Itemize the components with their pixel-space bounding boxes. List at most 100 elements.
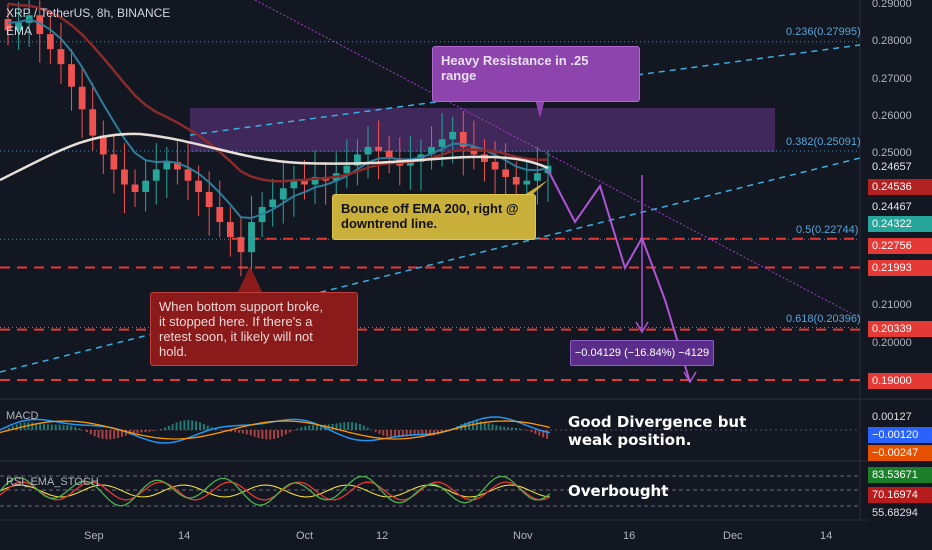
macd-histogram-bar [179,421,182,430]
macd-histogram-bar [31,422,34,430]
macd-title[interactable]: MACD [6,410,38,422]
macd-histogram-bar [202,423,205,430]
lower-channel-line [0,157,861,373]
candle-body [121,169,128,185]
price-tag-level: 0.19000 [868,373,932,389]
macd-histogram-bar [97,430,100,438]
macd-histogram-bar [487,423,490,430]
macd-histogram-bar [273,430,276,439]
macd-histogram-bar [304,426,307,430]
macd-histogram-bar [339,422,342,430]
candle-body [523,180,531,185]
macd-histogram-bar [355,422,357,430]
macd-histogram-bar [50,424,53,430]
macd-tag: −0.00247 [868,445,932,461]
support-note[interactable]: When bottom support broke, it stopped he… [150,292,358,366]
macd-histogram-bar [70,425,73,430]
symbol-title[interactable]: XRP / TetherUS, 8h, BINANCE [6,4,170,22]
macd-histogram-bar [238,430,240,433]
macd-histogram-bar [74,426,77,430]
candle-body [78,86,86,110]
macd-histogram-bar [511,427,513,430]
macd-histogram-bar [43,423,45,430]
macd-histogram-bar [241,430,244,434]
macd-histogram-bar [163,427,166,430]
candle-body [152,169,160,181]
macd-histogram-bar [483,422,486,430]
time-tick: 14 [178,530,191,542]
macd-histogram-bar [312,425,315,430]
resistance-note-line: range [441,68,477,83]
rsi-tag: 70.16974 [868,487,932,503]
resistance-note[interactable]: Heavy Resistance in .25 range [432,46,640,102]
macd-histogram-bar [284,430,287,435]
candle-body [89,109,97,136]
candle-body [375,146,382,151]
macd-histogram-bar [518,428,521,430]
rsi-title[interactable]: RSI_EMA_STOCH [6,476,99,488]
rsi-tag: 83.53671 [868,467,932,483]
macd-histogram-bar [183,420,186,430]
macd-histogram-bar [101,430,104,439]
price-tag-ema-mid: 0.24536 [868,179,932,195]
price-tag-level: 0.21993 [868,260,932,276]
price-tick: 0.21000 [872,299,912,311]
measure-label[interactable]: −0.04129 (−16.84%) −4129 [570,340,714,366]
macd-histogram-bar [300,427,303,430]
macd-histogram-bar [253,430,256,437]
candle-body [248,222,255,253]
macd-histogram-bar [261,430,264,439]
support-note-pointer [238,266,262,292]
candle-body [364,146,372,155]
macd-histogram-bar [331,423,334,430]
fib-0618-label: 0.618(0.20396) [786,313,861,325]
macd-histogram-bar [199,422,201,430]
macd-histogram-bar [78,428,81,430]
macd-histogram-bar [491,424,494,430]
macd-histogram-bar [62,424,65,430]
candle-body [110,154,118,170]
price-tick: 0.28000 [872,35,912,47]
indicator-title[interactable]: EMA [6,22,170,40]
macd-histogram-bar [136,430,139,434]
macd-histogram-bar [167,425,170,430]
fib-0236-label: 0.236(0.27995) [786,26,861,38]
macd-histogram-bar [117,430,120,438]
macd-histogram-bar [191,420,194,430]
macd-histogram-bar [249,430,252,436]
macd-histogram-bar [475,420,478,430]
candle-body [502,169,510,177]
macd-histogram-bar [374,430,377,432]
support-note-line: retest soon, it likely will not [159,329,313,344]
support-note-line: hold. [159,344,188,359]
macd-histogram-bar [526,430,529,431]
macd-histogram-bar [347,422,350,430]
macd-histogram-bar [93,430,96,437]
macd-histogram-bar [89,430,92,435]
price-tag-ema200: 0.24657 [868,159,932,175]
macd-histogram-bar [390,430,393,438]
candle-body [279,188,287,200]
candle-body [534,173,541,181]
candle-body [438,139,446,147]
candle-body [512,176,520,185]
bounce-note[interactable]: Bounce off EMA 200, right @ downtrend li… [332,194,536,240]
time-tick: 12 [376,530,389,542]
macd-histogram-bar [530,430,533,433]
macd-histogram-bar [113,430,116,439]
macd-histogram-bar [160,428,162,430]
macd-histogram-bar [386,430,389,437]
macd-histogram-bar [495,425,498,430]
macd-histogram-bar [257,430,260,438]
macd-histogram-bar [195,421,198,430]
macd-histogram-bar [15,424,18,430]
macd-histogram-bar [269,430,272,440]
time-tick: 14 [820,530,833,542]
macd-histogram-bar [206,425,209,430]
macd-histogram-bar [109,430,112,440]
macd-histogram-bar [152,430,155,432]
price-tick: 0.20000 [872,337,912,349]
bounce-note-line: Bounce off EMA 200, right @ [341,201,519,216]
candle-body [68,64,75,87]
macd-histogram-bar [351,422,354,430]
